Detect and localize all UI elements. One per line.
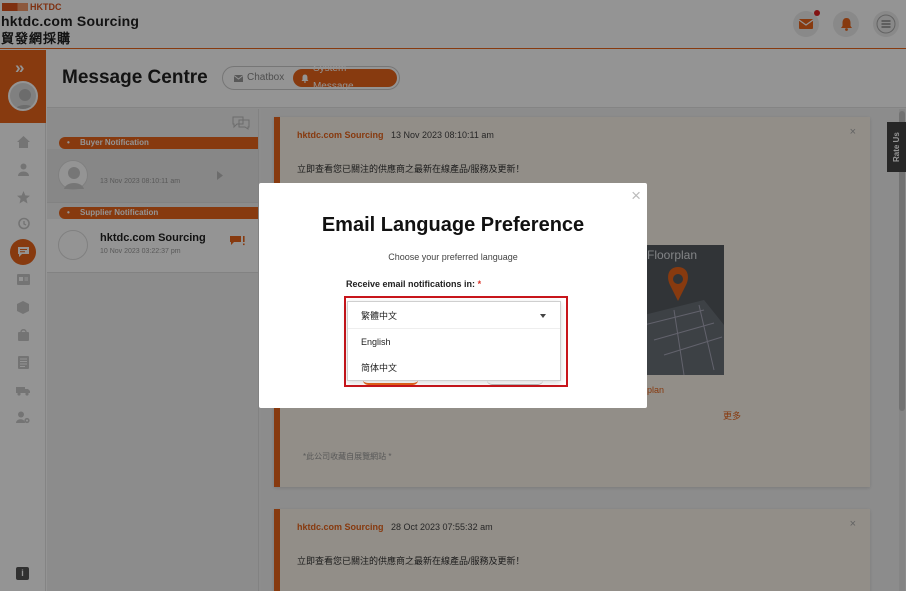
field-label: Receive email notifications in: * bbox=[346, 279, 481, 289]
language-option-english[interactable]: English bbox=[348, 329, 560, 355]
close-icon[interactable]: × bbox=[631, 186, 641, 206]
selected-language: 繁體中文 bbox=[361, 311, 398, 321]
language-select[interactable]: 繁體中文 English 简体中文 bbox=[347, 301, 561, 381]
required-mark: * bbox=[477, 279, 482, 289]
field-label-text: Receive email notifications in: bbox=[346, 279, 476, 289]
modal-subtitle: Choose your preferred language bbox=[388, 252, 518, 262]
modal-title: Email Language Preference bbox=[321, 214, 585, 236]
language-option-simplified-chinese[interactable]: 简体中文 bbox=[348, 355, 560, 381]
language-select-value[interactable]: 繁體中文 bbox=[348, 303, 560, 329]
caret-down-icon bbox=[540, 314, 546, 318]
